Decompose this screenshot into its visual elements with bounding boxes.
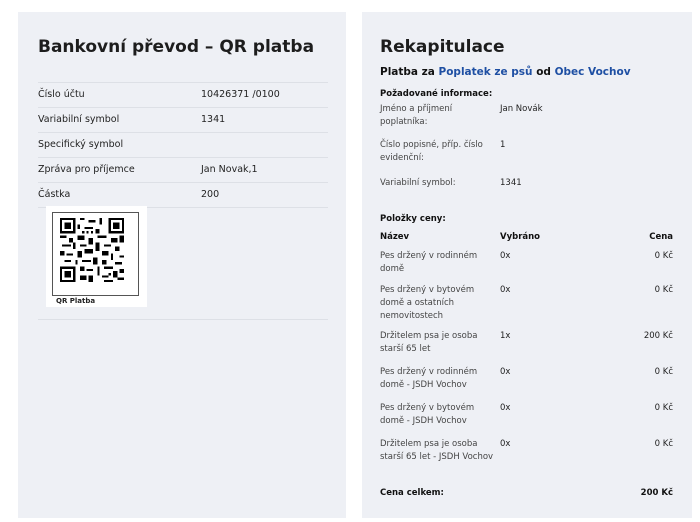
table-row: Variabilní symbol 1341 [38, 108, 328, 133]
item-price: 0 Kč [654, 367, 673, 377]
table-row: Číslo účtu 10426371 /0100 [38, 83, 328, 108]
item-name: Držitelem psa je osoba starší 65 let - J… [380, 439, 494, 462]
total-row: Cena celkem: 200 Kč [380, 488, 673, 498]
price-items-table: Název Vybráno Cena Pes držený v rodinném… [380, 230, 673, 498]
amount-label: Částka [38, 189, 71, 200]
list-item: Jméno a příjmení poplatníka: Jan Novák [380, 103, 680, 139]
table-header: Název Vybráno Cena [380, 230, 673, 244]
municipality-link[interactable]: Obec Vochov [555, 66, 631, 78]
item-price: 0 Kč [654, 403, 673, 413]
total-label: Cena celkem: [380, 488, 444, 498]
item-price: 0 Kč [654, 285, 673, 295]
specific-symbol-value[interactable] [201, 133, 328, 157]
table-row: Držitelem psa je osoba starší 65 let 1x … [380, 330, 673, 366]
item-name: Pes držený v rodinném domě - JSDH Vochov [380, 367, 478, 390]
variable-symbol-value[interactable]: 1341 [201, 108, 328, 132]
qr-code-image [60, 218, 124, 282]
table-row: Pes držený v bytovém domě - JSDH Vochov … [380, 402, 673, 438]
column-price: Cena [649, 232, 673, 242]
message-value[interactable]: Jan Novak,1 [201, 158, 328, 182]
item-selected: 0x [500, 251, 511, 261]
table-row: Pes držený v rodinném domě - JSDH Vochov… [380, 366, 673, 402]
item-price: 200 Kč [643, 331, 673, 341]
house-number-value: 1 [500, 140, 506, 150]
bank-details-table: Číslo účtu 10426371 /0100 Variabilní sym… [38, 82, 328, 208]
variable-symbol-label: Variabilní symbol: [380, 178, 456, 188]
item-name: Pes držený v rodinném domě [380, 251, 478, 274]
item-selected: 0x [500, 285, 511, 295]
taxpayer-name-value: Jan Novák [500, 104, 543, 114]
subtitle-prefix: Platba za [380, 66, 439, 78]
divider [38, 319, 328, 320]
required-info-list: Jméno a příjmení poplatníka: Jan Novák Č… [380, 103, 680, 190]
qr-payment-box: QR Platba [46, 206, 147, 307]
required-info-heading: Požadované informace: [380, 89, 493, 99]
table-row: Zpráva pro příjemce Jan Novak,1 [38, 158, 328, 183]
item-selected: 0x [500, 439, 511, 449]
table-row: Držitelem psa je osoba starší 65 let - J… [380, 438, 673, 482]
list-item: Číslo popisné, příp. číslo evidenční: 1 [380, 139, 680, 177]
item-selected: 1x [500, 331, 511, 341]
amount-value[interactable]: 200 [201, 183, 328, 207]
message-label: Zpráva pro příjemce [38, 164, 135, 175]
column-name: Název [380, 232, 410, 242]
item-selected: 0x [500, 403, 511, 413]
fee-link[interactable]: Poplatek ze psů [439, 66, 533, 78]
account-number-value[interactable]: 10426371 /0100 [201, 83, 328, 107]
bank-transfer-title: Bankovní převod – QR platba [38, 37, 315, 57]
item-price: 0 Kč [654, 439, 673, 449]
account-number-label: Číslo účtu [38, 89, 85, 100]
item-name: Držitelem psa je osoba starší 65 let [380, 331, 478, 354]
house-number-label: Číslo popisné, příp. číslo evidenční: [380, 140, 483, 163]
table-row: Pes držený v rodinném domě 0x 0 Kč [380, 250, 673, 284]
recap-panel: Rekapitulace Platba za Poplatek ze psů o… [362, 12, 692, 518]
list-item: Variabilní symbol: 1341 [380, 177, 680, 190]
item-name: Pes držený v bytovém domě a ostatních ne… [380, 285, 475, 321]
price-items-heading: Položky ceny: [380, 214, 446, 224]
recap-title: Rekapitulace [380, 37, 505, 57]
item-selected: 0x [500, 367, 511, 377]
qr-caption: QR Platba [54, 297, 98, 305]
bank-transfer-panel: Bankovní převod – QR platba Číslo účtu 1… [18, 12, 346, 518]
variable-symbol-value: 1341 [500, 178, 522, 188]
total-value: 200 Kč [640, 488, 673, 498]
payment-subtitle: Platba za Poplatek ze psů od Obec Vochov [380, 66, 631, 78]
item-name: Pes držený v bytovém domě - JSDH Vochov [380, 403, 475, 426]
table-row: Specifický symbol [38, 133, 328, 158]
table-row: Částka 200 [38, 183, 328, 208]
taxpayer-name-label: Jméno a příjmení poplatníka: [380, 104, 453, 127]
table-row: Pes držený v bytovém domě a ostatních ne… [380, 284, 673, 330]
item-price: 0 Kč [654, 251, 673, 261]
subtitle-mid: od [532, 66, 555, 78]
variable-symbol-label: Variabilní symbol [38, 114, 120, 125]
column-selected: Vybráno [500, 232, 541, 242]
specific-symbol-label: Specifický symbol [38, 139, 124, 150]
